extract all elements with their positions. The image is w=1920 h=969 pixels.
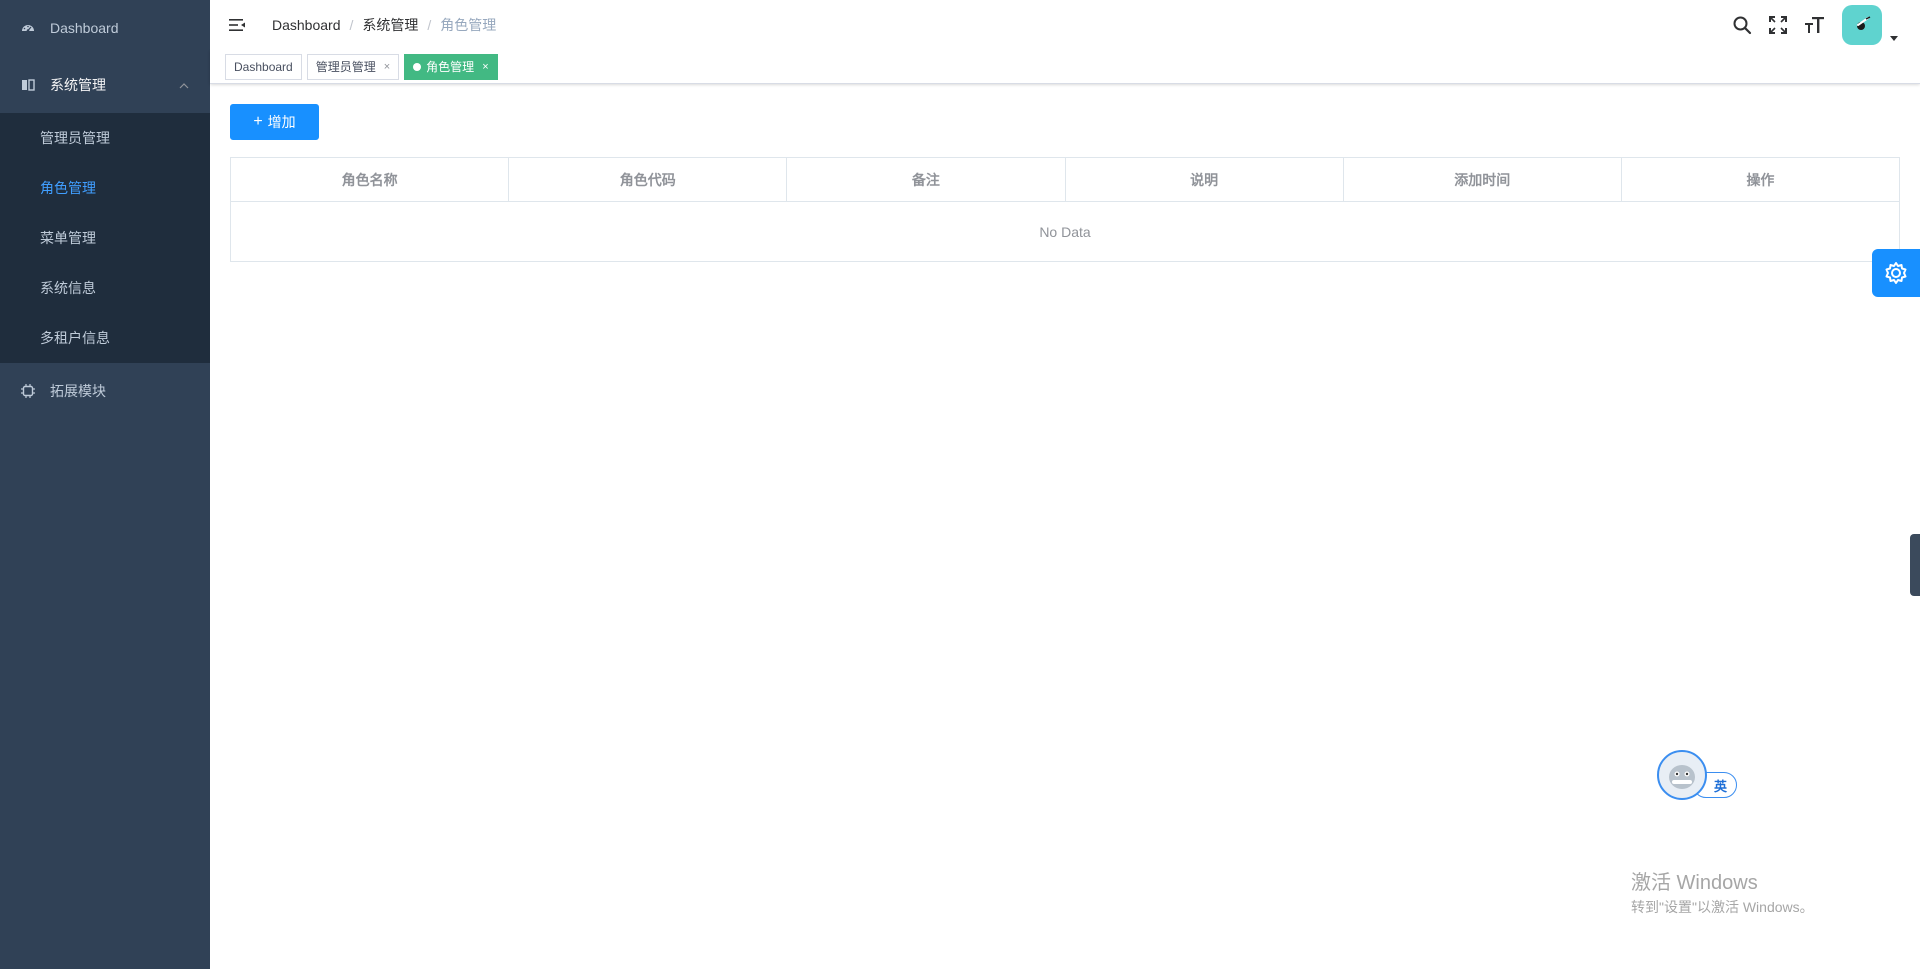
sidebar-item-extensions[interactable]: 拓展模块 xyxy=(0,363,210,419)
close-icon[interactable]: × xyxy=(482,55,488,79)
hamburger-icon[interactable] xyxy=(227,15,247,35)
tag-role-management[interactable]: 角色管理 × xyxy=(404,53,498,80)
tag-dashboard[interactable]: Dashboard xyxy=(225,53,302,80)
main-area: Dashboard / 系统管理 / 角色管理 Dashboard 管理员管理 … xyxy=(210,0,1920,969)
dashboard-icon xyxy=(20,20,36,36)
watermark-subtitle: 转到"设置"以激活 Windows。 xyxy=(1631,899,1814,915)
column-header-actions: 操作 xyxy=(1746,171,1775,188)
tag-label: 角色管理 xyxy=(426,59,475,74)
sidebar-item-label: 系统信息 xyxy=(40,280,96,296)
edge-handle[interactable] xyxy=(1910,534,1920,596)
breadcrumb-item-current: 角色管理 xyxy=(440,17,497,33)
breadcrumb-item[interactable]: 系统管理 xyxy=(362,15,418,35)
sidebar-item-label: Dashboard xyxy=(50,20,119,36)
sidebar: Dashboard 系统管理 管理员管理 角色管理 菜单管理 系统信息 多租户信… xyxy=(0,0,210,969)
add-button[interactable]: + 增加 xyxy=(230,104,319,140)
navbar: Dashboard / 系统管理 / 角色管理 xyxy=(210,0,1920,50)
avatar xyxy=(1842,5,1882,45)
sidebar-item-system-info[interactable]: 系统信息 xyxy=(0,263,210,313)
table-header: 角色名称 角色代码 备注 说明 添加时间 操作 xyxy=(231,158,1899,202)
content: + 增加 角色名称 角色代码 备注 说明 添加时间 操作 No Data xyxy=(210,84,1920,262)
settings-gear-button[interactable] xyxy=(1872,249,1920,297)
avatar-image-icon xyxy=(1857,16,1871,30)
fullscreen-icon[interactable] xyxy=(1767,14,1789,36)
windows-activation-watermark: 激活 Windows 转到"设置"以激活 Windows。 xyxy=(1631,871,1814,917)
active-dot-icon xyxy=(413,62,422,71)
submenu-system: 管理员管理 角色管理 菜单管理 系统信息 多租户信息 xyxy=(0,113,210,363)
sidebar-item-role-management[interactable]: 角色管理 xyxy=(0,163,210,213)
sidebar-item-label: 拓展模块 xyxy=(50,383,106,399)
sidebar-item-dashboard[interactable]: Dashboard xyxy=(0,0,210,56)
breadcrumb-separator: / xyxy=(427,17,432,33)
tag-label: Dashboard xyxy=(234,59,293,74)
book-icon xyxy=(20,77,36,93)
search-icon[interactable] xyxy=(1731,14,1753,36)
table-empty-text: No Data xyxy=(1039,223,1091,240)
chip-icon xyxy=(20,383,36,399)
add-button-label: 增加 xyxy=(267,114,296,130)
ime-widget[interactable]: 英 xyxy=(1657,750,1740,802)
role-table: 角色名称 角色代码 备注 说明 添加时间 操作 No Data xyxy=(230,157,1900,262)
sidebar-item-label: 菜单管理 xyxy=(40,230,96,246)
sidebar-item-label: 角色管理 xyxy=(40,180,96,196)
column-header-created-time: 添加时间 xyxy=(1344,158,1622,201)
caret-down-icon xyxy=(1890,36,1898,41)
column-header-role-code: 角色代码 xyxy=(509,158,788,201)
tags-view: Dashboard 管理员管理 × 角色管理 × xyxy=(210,50,1920,84)
font-size-icon[interactable] xyxy=(1803,14,1825,36)
gear-icon xyxy=(1885,262,1907,284)
sidebar-item-admin-management[interactable]: 管理员管理 xyxy=(0,113,210,163)
column-header-description: 说明 xyxy=(1066,158,1344,201)
sidebar-item-system[interactable]: 系统管理 xyxy=(0,56,210,113)
column-header-remark: 备注 xyxy=(787,158,1066,201)
right-menu xyxy=(1724,0,1920,50)
sidebar-item-menu-management[interactable]: 菜单管理 xyxy=(0,213,210,263)
plus-icon: + xyxy=(253,113,263,130)
sidebar-item-label: 系统管理 xyxy=(50,76,106,93)
close-icon[interactable]: × xyxy=(384,55,390,79)
chevron-up-icon xyxy=(178,79,190,91)
tag-admin-management[interactable]: 管理员管理 × xyxy=(306,53,400,80)
sidebar-item-label: 多租户信息 xyxy=(40,330,110,346)
ime-mascot-icon xyxy=(1657,750,1707,800)
breadcrumb: Dashboard / 系统管理 / 角色管理 xyxy=(272,15,496,35)
sidebar-item-label: 管理员管理 xyxy=(40,130,110,146)
column-header-role-name: 角色名称 xyxy=(231,158,510,201)
breadcrumb-separator: / xyxy=(349,17,354,33)
watermark-title: 激活 Windows xyxy=(1631,872,1758,894)
user-avatar-dropdown[interactable] xyxy=(1842,5,1898,45)
tag-label: 管理员管理 xyxy=(315,59,376,74)
sidebar-item-tenant-info[interactable]: 多租户信息 xyxy=(0,313,210,363)
breadcrumb-item[interactable]: Dashboard xyxy=(272,17,341,33)
